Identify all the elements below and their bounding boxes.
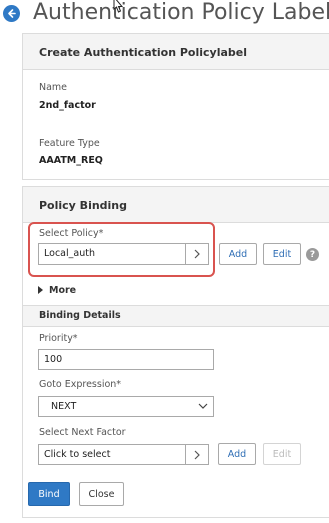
next-factor-chevron[interactable]	[185, 445, 208, 464]
add-policy-button[interactable]: Add	[219, 243, 257, 265]
feature-type-value: AAATM_REQ	[39, 155, 103, 166]
priority-label: Priority*	[39, 333, 78, 344]
chevron-down-icon	[198, 403, 208, 409]
more-toggle[interactable]: More	[38, 284, 76, 296]
help-icon[interactable]: ?	[306, 248, 319, 261]
bind-button[interactable]: Bind	[28, 482, 70, 506]
next-factor-label: Select Next Factor	[39, 427, 126, 438]
create-panel-title: Create Authentication Policylabel	[39, 46, 248, 59]
next-factor-placeholder: Click to select	[44, 449, 111, 460]
binding-details-title: Binding Details	[39, 310, 121, 321]
policy-binding-title: Policy Binding	[39, 199, 128, 212]
mouse-cursor-icon	[113, 0, 124, 13]
goto-expression-value: NEXT	[51, 401, 77, 412]
triangle-right-icon	[38, 286, 43, 294]
feature-type-label: Feature Type	[39, 138, 100, 149]
name-label: Name	[39, 82, 68, 93]
more-label: More	[49, 284, 77, 296]
select-policy-highlight	[28, 222, 215, 277]
page-title: Authentication Policy Label	[33, 0, 329, 25]
next-factor-field[interactable]: Click to select	[38, 444, 209, 465]
edit-next-factor-button: Edit	[263, 443, 301, 465]
goto-expression-label: Goto Expression*	[39, 379, 122, 390]
back-arrow-icon	[8, 9, 16, 18]
binding-details-header: Binding Details	[23, 305, 329, 327]
chevron-right-icon	[194, 450, 200, 459]
priority-input[interactable]: 100	[38, 349, 214, 370]
add-next-factor-button[interactable]: Add	[218, 443, 256, 465]
back-button[interactable]	[3, 5, 20, 22]
close-button[interactable]: Close	[79, 482, 124, 506]
goto-expression-select[interactable]: NEXT	[38, 396, 214, 417]
create-policylabel-panel: Create Authentication Policylabel Name 2…	[22, 33, 329, 180]
create-panel-header: Create Authentication Policylabel	[23, 34, 329, 70]
edit-policy-button[interactable]: Edit	[263, 243, 301, 265]
name-value: 2nd_factor	[39, 100, 96, 111]
policy-binding-header: Policy Binding	[23, 187, 329, 223]
priority-value: 100	[44, 354, 63, 365]
